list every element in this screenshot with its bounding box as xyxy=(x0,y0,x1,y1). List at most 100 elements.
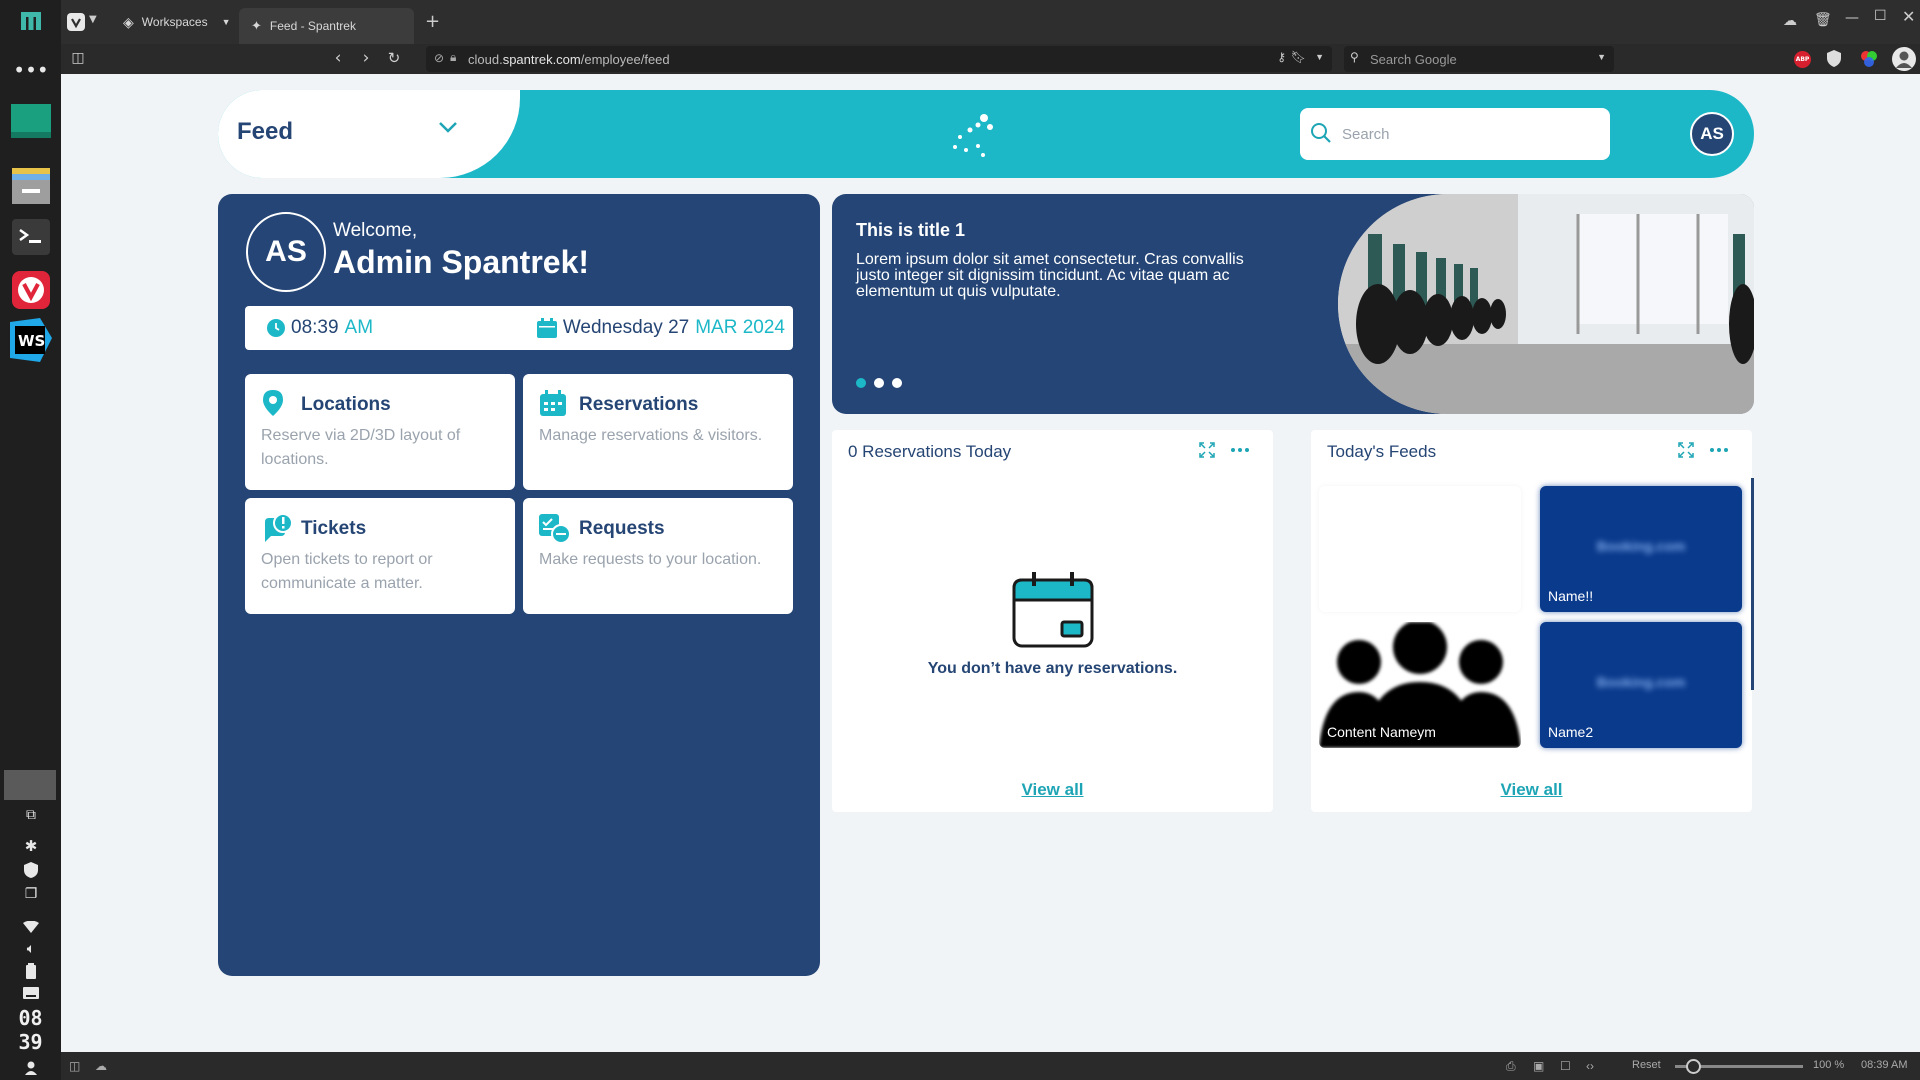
page-title: Feed xyxy=(237,118,294,145)
search-input[interactable]: Search xyxy=(1300,108,1610,160)
banner-office-image xyxy=(1338,194,1754,414)
spantrek-favicon-icon: ✦ xyxy=(251,18,262,33)
page-tiling-icon[interactable]: ☐ xyxy=(1560,1059,1571,1073)
more-options-icon[interactable] xyxy=(1710,447,1728,453)
url-prefix: cloud. xyxy=(468,51,503,67)
requests-icon xyxy=(539,514,571,544)
app-header: Feed Search AS xyxy=(218,90,1754,178)
tracker-block-icon[interactable]: ⊘ xyxy=(434,51,444,65)
vivaldi-menu-icon[interactable] xyxy=(67,13,85,35)
expand-icon[interactable] xyxy=(1678,442,1694,458)
tile-description: Make requests to your location. xyxy=(539,551,762,568)
zoom-slider[interactable] xyxy=(1675,1059,1803,1074)
carousel-dot-2[interactable] xyxy=(874,378,884,388)
terminal-icon[interactable] xyxy=(9,219,53,255)
location-pin-icon xyxy=(263,390,283,416)
chevron-down-icon[interactable] xyxy=(438,120,458,134)
browser-tabbar: ▼ ◈ Workspaces ▼ ✦ Feed - Spantrek + ☁ 🗑… xyxy=(61,0,1920,44)
webstorm-icon[interactable]: WS xyxy=(9,318,53,362)
tile-reservations[interactable]: Reservations Manage reservations & visit… xyxy=(523,374,793,490)
new-tab-icon[interactable]: + xyxy=(425,11,440,32)
close-icon[interactable]: ✕ xyxy=(1902,7,1915,26)
maximize-icon[interactable]: ☐ xyxy=(1874,8,1887,24)
battery-icon[interactable] xyxy=(9,962,53,980)
image-toggle-icon[interactable]: ▣ xyxy=(1533,1059,1544,1073)
cloud-sync-icon[interactable]: ☁ xyxy=(1783,13,1797,29)
search-placeholder: Search xyxy=(1342,125,1390,143)
forward-icon[interactable]: › xyxy=(355,48,377,68)
profile-avatar-icon[interactable] xyxy=(1892,47,1916,71)
page-selector[interactable]: Feed xyxy=(218,90,520,178)
status-clock: 08:39 AM xyxy=(1861,1059,1908,1071)
tile-title: Locations xyxy=(301,394,391,415)
zoom-reset-button[interactable]: Reset xyxy=(1632,1059,1661,1071)
lock-icon[interactable]: 🔒︎ xyxy=(450,50,456,65)
windows-icon[interactable]: ⧉ xyxy=(9,806,53,824)
user-icon[interactable] xyxy=(9,1060,53,1076)
user-avatar[interactable]: AS xyxy=(1690,112,1734,156)
shield-icon[interactable] xyxy=(9,860,53,880)
tab-workspaces[interactable]: ◈ Workspaces ▼ xyxy=(111,4,243,40)
privacy-shield-icon[interactable] xyxy=(1827,50,1841,71)
file-manager-icon[interactable] xyxy=(9,168,53,204)
adblock-icon[interactable]: ABP xyxy=(1794,51,1811,68)
sidebar-toggle-icon[interactable]: ◫ xyxy=(67,50,89,66)
feeds-scrollbar[interactable] xyxy=(1751,478,1754,690)
workspace-preview[interactable] xyxy=(4,770,56,800)
view-all-feeds-link[interactable]: View all xyxy=(1311,780,1752,800)
vivaldi-icon[interactable] xyxy=(9,270,53,310)
tile-requests[interactable]: Requests Make requests to your location. xyxy=(523,498,793,614)
chevron-down-icon[interactable]: ▼ xyxy=(1597,52,1606,62)
clock-minute: 39 xyxy=(18,1030,43,1054)
reload-icon[interactable]: ↻ xyxy=(383,49,405,67)
card-tools xyxy=(1199,442,1249,458)
tile-description: Open tickets to report or communicate a … xyxy=(261,551,433,592)
tile-title: Reservations xyxy=(579,394,699,415)
sync-cloud-icon[interactable]: ☁ xyxy=(95,1059,107,1073)
bookmark-icon[interactable]: 🔖︎ xyxy=(1291,50,1306,64)
tile-tickets[interactable]: Tickets Open tickets to report or commun… xyxy=(245,498,515,614)
trash-icon[interactable]: 🗑︎ xyxy=(1814,12,1832,28)
carousel-dots xyxy=(856,378,902,388)
color-picker-icon[interactable] xyxy=(1861,51,1877,71)
bluetooth-icon[interactable]: ✱ xyxy=(9,836,53,856)
tab-feed-spantrek[interactable]: ✦ Feed - Spantrek xyxy=(239,8,414,44)
feed-item-2[interactable]: Booking.com Name!! xyxy=(1540,486,1742,612)
carousel-dot-3[interactable] xyxy=(892,378,902,388)
chevron-down-icon[interactable]: ▼ xyxy=(1315,52,1324,62)
zoom-slider-handle[interactable] xyxy=(1686,1059,1701,1074)
search-engine-box[interactable]: ⚲ Search Google ▼ xyxy=(1344,46,1614,72)
back-icon[interactable]: ‹ xyxy=(327,48,349,68)
feed-item-4[interactable]: Booking.com Name2 xyxy=(1540,622,1742,748)
view-all-reservations-link[interactable]: View all xyxy=(832,780,1273,800)
clock-icon xyxy=(267,319,285,337)
developer-tools-icon[interactable]: ‹› xyxy=(1586,1059,1594,1073)
blurred-brand-logo: Booking.com xyxy=(1596,538,1686,554)
desktop-icon[interactable] xyxy=(9,103,53,139)
more-options-icon[interactable] xyxy=(1231,447,1249,453)
current-date: Wednesday 27 MAR 2024 xyxy=(536,317,785,339)
feed-item-3[interactable]: Content Nameym xyxy=(1319,622,1521,748)
banner-carousel: This is title 1 Lorem ipsum dolor sit am… xyxy=(832,194,1754,414)
app-menu-icon[interactable] xyxy=(9,6,53,36)
wifi-icon[interactable] xyxy=(9,918,53,936)
carousel-dot-1[interactable] xyxy=(856,378,866,388)
address-bar[interactable]: ⊘ 🔒︎ cloud. spantrek.com/employee/feed ⚷ … xyxy=(426,46,1332,72)
panel-toggle-icon[interactable]: ◫ xyxy=(69,1059,80,1073)
card-title: 0 Reservations Today xyxy=(848,442,1012,461)
clipboard-icon[interactable]: ❐ xyxy=(9,884,53,904)
tile-locations[interactable]: Locations Reserve via 2D/3D layout of lo… xyxy=(245,374,515,490)
feed-item-1[interactable] xyxy=(1319,486,1521,612)
banner-title: This is title 1 xyxy=(856,220,966,240)
key-icon[interactable]: ⚷ xyxy=(1277,50,1286,64)
more-icon[interactable]: ••• xyxy=(9,58,53,82)
volume-icon[interactable]: 🔈︎ xyxy=(9,940,53,958)
expand-icon[interactable] xyxy=(1199,442,1215,458)
keyboard-icon[interactable] xyxy=(9,984,53,1002)
camera-icon[interactable]: ⎙ xyxy=(1506,1059,1516,1074)
time-value: 08:39 xyxy=(291,317,339,338)
minimize-icon[interactable]: — xyxy=(1845,10,1859,26)
svg-text:WS: WS xyxy=(18,332,45,350)
url-host: spantrek.com xyxy=(502,51,581,67)
chevron-down-icon[interactable]: ▼ xyxy=(89,14,97,25)
